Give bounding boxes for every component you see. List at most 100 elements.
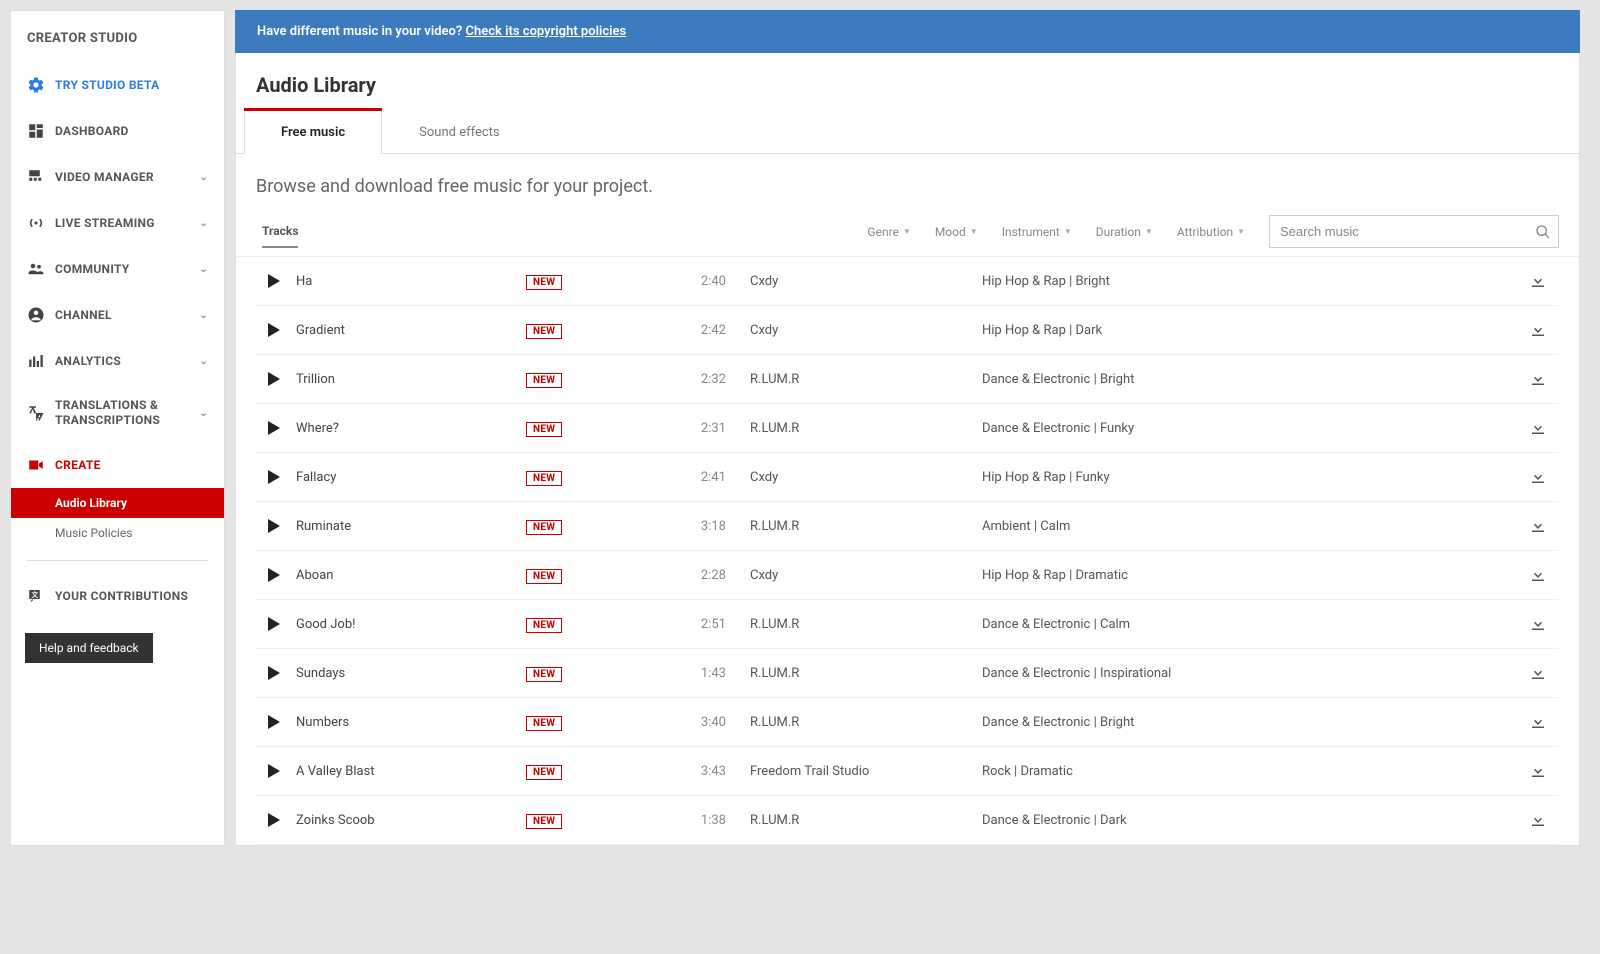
- track-duration: 1:43: [656, 666, 726, 681]
- track-tags: Hip Hop & Rap | Funky: [966, 470, 1529, 485]
- new-badge: NEW: [526, 667, 562, 682]
- sidebar-item-community[interactable]: COMMUNITY ⌄: [11, 246, 224, 292]
- new-badge: NEW: [526, 716, 562, 731]
- play-button[interactable]: [262, 274, 296, 288]
- search-icon: [1535, 224, 1551, 240]
- help-feedback-button[interactable]: Help and feedback: [25, 633, 153, 663]
- chevron-down-icon: ⌄: [199, 408, 208, 419]
- track-artist: Cxdy: [726, 470, 966, 485]
- sidebar-item-contributions[interactable]: 文 YOUR CONTRIBUTIONS: [11, 573, 224, 619]
- new-badge: NEW: [526, 422, 562, 437]
- sidebar-item-analytics[interactable]: ANALYTICS ⌄: [11, 338, 224, 384]
- download-button[interactable]: [1529, 762, 1553, 780]
- track-title: Trillion: [296, 372, 526, 387]
- play-button[interactable]: [262, 568, 296, 582]
- filter-mood[interactable]: Mood▼: [935, 225, 978, 239]
- sidebar-item-label: TRANSLATIONS &TRANSCRIPTIONS: [55, 398, 199, 428]
- sidebar-item-label: CHANNEL: [55, 308, 199, 322]
- dropdown-icon: ▼: [1064, 227, 1072, 236]
- download-button[interactable]: [1529, 713, 1553, 731]
- play-button[interactable]: [262, 617, 296, 631]
- filter-genre[interactable]: Genre▼: [867, 225, 910, 239]
- new-badge: NEW: [526, 373, 562, 388]
- track-artist: R.LUM.R: [726, 421, 966, 436]
- new-badge: NEW: [526, 765, 562, 780]
- table-row: Aboan NEW 2:28 Cxdy Hip Hop & Rap | Dram…: [256, 551, 1559, 600]
- download-button[interactable]: [1529, 664, 1553, 682]
- sidebar-item-live[interactable]: LIVE STREAMING ⌄: [11, 200, 224, 246]
- play-button[interactable]: [262, 764, 296, 778]
- sidebar-item-translations[interactable]: TRANSLATIONS &TRANSCRIPTIONS ⌄: [11, 384, 224, 442]
- sidebar-item-video-manager[interactable]: VIDEO MANAGER ⌄: [11, 154, 224, 200]
- track-tags: Dance & Electronic | Bright: [966, 715, 1529, 730]
- translate-icon: [27, 404, 55, 422]
- sidebar-item-create[interactable]: CREATE: [11, 442, 224, 488]
- track-title: Good Job!: [296, 617, 526, 632]
- track-tags: Hip Hop & Rap | Dark: [966, 323, 1529, 338]
- svg-text:文: 文: [31, 590, 39, 599]
- track-artist: R.LUM.R: [726, 372, 966, 387]
- new-badge: NEW: [526, 814, 562, 829]
- table-row: Sundays NEW 1:43 R.LUM.R Dance & Electro…: [256, 649, 1559, 698]
- sidebar-sub-audio-library[interactable]: Audio Library: [11, 488, 224, 518]
- play-button[interactable]: [262, 323, 296, 337]
- play-button[interactable]: [262, 813, 296, 827]
- download-button[interactable]: [1529, 811, 1553, 829]
- search-input[interactable]: [1269, 215, 1559, 248]
- track-tags: Dance & Electronic | Bright: [966, 372, 1529, 387]
- track-artist: Cxdy: [726, 274, 966, 289]
- filter-duration[interactable]: Duration▼: [1096, 225, 1153, 239]
- play-button[interactable]: [262, 421, 296, 435]
- sidebar-item-channel[interactable]: CHANNEL ⌄: [11, 292, 224, 338]
- chevron-down-icon: ⌄: [199, 310, 208, 321]
- track-badge-wrap: NEW: [526, 421, 656, 436]
- dropdown-icon: ▼: [970, 227, 978, 236]
- chevron-down-icon: ⌄: [199, 264, 208, 275]
- track-badge-wrap: NEW: [526, 715, 656, 730]
- contrib-icon: 文: [27, 587, 55, 605]
- sidebar-item-dashboard[interactable]: DASHBOARD: [11, 108, 224, 154]
- page-title: Audio Library: [236, 53, 1579, 97]
- track-badge-wrap: NEW: [526, 764, 656, 779]
- download-button[interactable]: [1529, 321, 1553, 339]
- play-button[interactable]: [262, 715, 296, 729]
- play-button[interactable]: [262, 519, 296, 533]
- tab-sound-effects[interactable]: Sound effects: [382, 110, 536, 154]
- table-row: Where? NEW 2:31 R.LUM.R Dance & Electron…: [256, 404, 1559, 453]
- new-badge: NEW: [526, 569, 562, 584]
- dropdown-icon: ▼: [1145, 227, 1153, 236]
- track-title: Ha: [296, 274, 526, 289]
- new-badge: NEW: [526, 618, 562, 633]
- track-artist: R.LUM.R: [726, 715, 966, 730]
- new-badge: NEW: [526, 275, 562, 290]
- live-icon: [27, 214, 55, 232]
- track-title: Gradient: [296, 323, 526, 338]
- play-button[interactable]: [262, 372, 296, 386]
- download-button[interactable]: [1529, 419, 1553, 437]
- filter-instrument[interactable]: Instrument▼: [1002, 225, 1072, 239]
- track-duration: 2:28: [656, 568, 726, 583]
- track-title: Fallacy: [296, 470, 526, 485]
- tab-free-music[interactable]: Free music: [244, 110, 382, 154]
- download-button[interactable]: [1529, 566, 1553, 584]
- chevron-down-icon: ⌄: [199, 172, 208, 183]
- dashboard-icon: [27, 122, 55, 140]
- sidebar-item-label: CREATE: [55, 458, 208, 472]
- videos-icon: [27, 168, 55, 186]
- banner-link[interactable]: Check its copyright policies: [466, 24, 627, 39]
- download-button[interactable]: [1529, 615, 1553, 633]
- download-button[interactable]: [1529, 517, 1553, 535]
- download-button[interactable]: [1529, 468, 1553, 486]
- download-button[interactable]: [1529, 272, 1553, 290]
- filter-attribution[interactable]: Attribution▼: [1177, 225, 1245, 239]
- play-button[interactable]: [262, 666, 296, 680]
- people-icon: [27, 260, 55, 278]
- tracks-column-header[interactable]: Tracks: [262, 216, 298, 248]
- sidebar-sub-music-policies[interactable]: Music Policies: [11, 518, 224, 548]
- track-badge-wrap: NEW: [526, 470, 656, 485]
- download-button[interactable]: [1529, 370, 1553, 388]
- sidebar-item-try-beta[interactable]: TRY STUDIO BETA: [11, 62, 224, 108]
- track-artist: R.LUM.R: [726, 519, 966, 534]
- play-button[interactable]: [262, 470, 296, 484]
- table-row: Trillion NEW 2:32 R.LUM.R Dance & Electr…: [256, 355, 1559, 404]
